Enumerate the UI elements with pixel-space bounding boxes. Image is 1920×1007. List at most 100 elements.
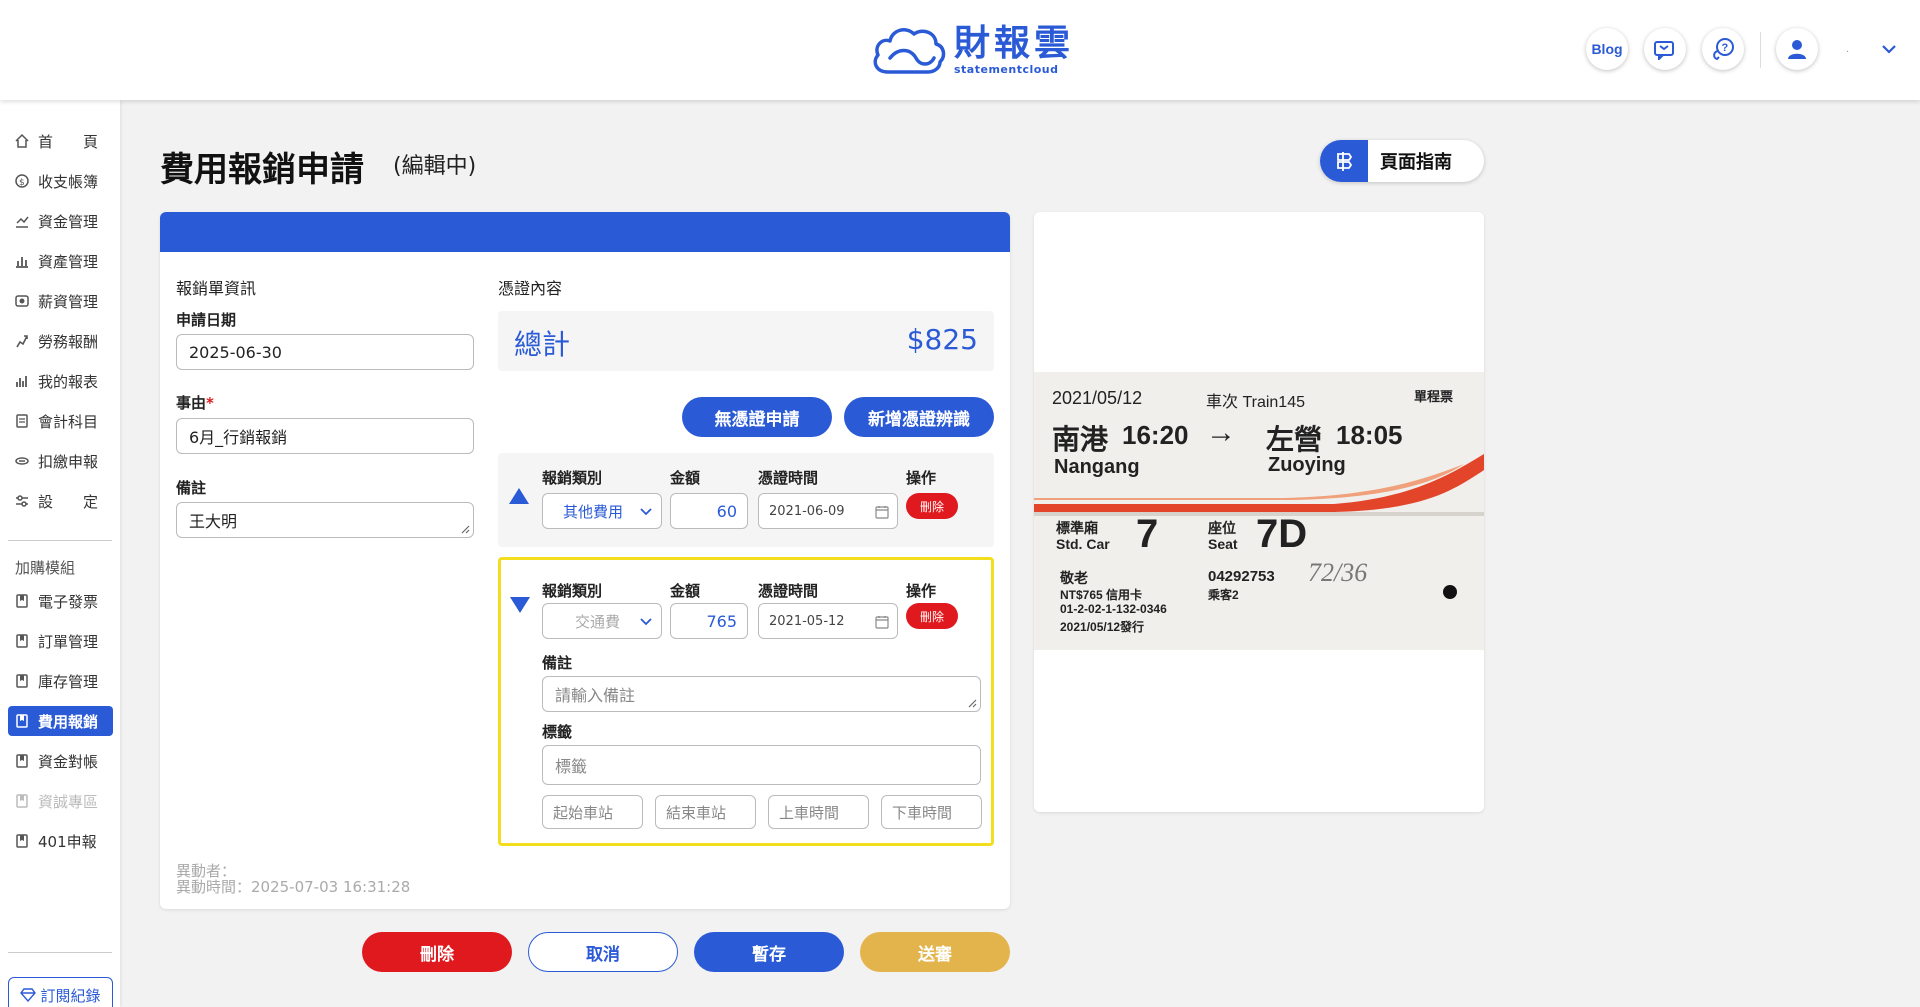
time-header: 憑證時間 <box>758 582 819 600</box>
ticket-pax: 乘客2 <box>1208 588 1239 602</box>
alight-time-input[interactable]: 下車時間 <box>881 795 982 829</box>
sidebar-item-reports[interactable]: 我的報表 <box>8 366 113 396</box>
total-box: 總計 $825 <box>498 311 994 371</box>
end-station-input[interactable]: 結束車站 <box>655 795 756 829</box>
submit-review-button[interactable]: 送審 <box>860 932 1010 972</box>
expand-down-icon[interactable] <box>509 596 531 614</box>
ticket-issued: 2021/05/12發行 <box>1060 620 1145 634</box>
user-name: · <box>1846 47 1850 58</box>
subscription-button[interactable]: 訂閱紀錄 <box>8 977 113 1007</box>
save-draft-button[interactable]: 暫存 <box>694 932 844 972</box>
sidebar-item-label: 資誠專區 <box>38 792 99 811</box>
ticket-from: 南港 <box>1052 424 1109 455</box>
sidebar-item-assets[interactable]: 資產管理 <box>8 246 113 276</box>
delete-label: 刪除 <box>919 609 944 624</box>
board-time-placeholder: 上車時間 <box>779 803 840 822</box>
ticket-seat-label: 座位 <box>1208 520 1236 536</box>
ticket-serial: 04292753 <box>1208 568 1275 585</box>
settings-icon <box>16 495 28 507</box>
voucher-date-input[interactable]: 2021-05-12 <box>758 603 898 639</box>
sidebar-item-label: 訂單管理 <box>38 632 99 651</box>
expense-type-value: 交通費 <box>575 612 621 631</box>
amount-value: 765 <box>706 611 737 631</box>
note-value: 王大明 <box>189 512 238 531</box>
chevron-down-icon[interactable] <box>1880 40 1898 58</box>
sidebar-item-expense[interactable]: 費用報銷 <box>8 706 113 736</box>
sidebar-item-401[interactable]: 401申報 <box>8 826 113 856</box>
help-chat-button[interactable]: ? <box>1702 28 1744 70</box>
amount-input[interactable]: 765 <box>670 603 748 639</box>
voucher-date-input[interactable]: 2021-06-09 <box>758 493 898 529</box>
resize-handle-icon[interactable] <box>460 524 470 534</box>
alight-time-placeholder: 下車時間 <box>892 803 953 822</box>
tag-input[interactable]: 標籤 <box>542 745 981 785</box>
ticket-car-number: 7 <box>1136 512 1159 556</box>
cancel-button-label: 取消 <box>586 944 620 965</box>
cancel-button[interactable]: 取消 <box>528 932 678 972</box>
voucher-note-textarea[interactable]: 請輸入備註 <box>542 676 981 712</box>
no-voucher-button[interactable]: 無憑證申請 <box>682 397 832 437</box>
brand-logo[interactable]: 財報雲 statementcloud <box>870 22 1074 78</box>
total-value: $825 <box>906 323 978 356</box>
reason-field[interactable]: 6月_行銷報銷 <box>176 418 474 454</box>
delete-voucher-button[interactable]: 刪除 <box>906 603 958 629</box>
page-title: 費用報銷申請 <box>160 150 364 190</box>
user-avatar-button[interactable] <box>1776 28 1818 70</box>
brand-subtitle: statementcloud <box>954 62 1059 76</box>
sidebar-item-e-invoice[interactable]: 電子發票 <box>8 586 113 616</box>
delete-button[interactable]: 刪除 <box>362 932 512 972</box>
sidebar-item-reconciliation[interactable]: 資金對帳 <box>8 746 113 776</box>
reason-label: 事由* <box>176 392 214 413</box>
sidebar-item-accounts[interactable]: 會計科目 <box>8 406 113 436</box>
expense-type-select[interactable]: 交通費 <box>542 603 662 639</box>
sidebar-item-labor[interactable]: 勞務報酬 <box>8 326 113 356</box>
sidebar-item-settings[interactable]: 設 定 <box>8 486 113 516</box>
sidebar-item-funds[interactable]: 資金管理 <box>8 206 113 236</box>
required-mark: * <box>206 394 214 412</box>
sidebar-group-label: 加購模組 <box>15 559 76 577</box>
date-field[interactable]: 2025-06-30 <box>176 334 474 370</box>
calendar-icon <box>875 616 889 629</box>
guide-icon <box>1320 140 1368 182</box>
page-guide-button[interactable]: 頁面指南 <box>1320 140 1484 182</box>
expense-type-select[interactable]: 其他費用 <box>542 493 662 529</box>
submit-review-label: 送審 <box>918 944 952 965</box>
date-label: 申請日期 <box>176 311 237 329</box>
sidebar-item-payroll[interactable]: 薪資管理 <box>8 286 113 316</box>
amount-header: 金額 <box>670 469 701 487</box>
sidebar-item-label: 資產管理 <box>38 252 99 271</box>
subscription-label: 訂閱紀錄 <box>40 986 101 1005</box>
home-icon <box>15 133 29 148</box>
collapse-up-icon[interactable] <box>508 487 530 505</box>
board-time-input[interactable]: 上車時間 <box>768 795 869 829</box>
sidebar-item-withholding[interactable]: 扣繳申報 <box>8 446 113 476</box>
add-voucher-button[interactable]: 新增憑證辨識 <box>844 397 994 437</box>
ticket-to: 左營 <box>1266 424 1323 455</box>
amount-input[interactable]: 60 <box>670 493 748 529</box>
sidebar-item-ledger-book[interactable]: $ 收支帳簿 <box>8 166 113 196</box>
voucher-date-value: 2021-06-09 <box>769 503 845 519</box>
sidebar-item-inventory[interactable]: 庫存管理 <box>8 666 113 696</box>
document-icon <box>16 714 28 728</box>
ticket-train: 車次 Train145 <box>1206 394 1306 411</box>
ticket-arrow: → <box>1206 416 1236 449</box>
action-header: 操作 <box>906 469 937 487</box>
sidebar-item-home[interactable]: 首 頁 <box>8 126 113 156</box>
save-draft-label: 暫存 <box>752 944 786 965</box>
sidebar-item-orders[interactable]: 訂單管理 <box>8 626 113 656</box>
topbar-divider <box>1760 32 1761 68</box>
calendar-icon <box>875 506 889 519</box>
train-ticket-image: 2021/05/12 車次 Train145 單程票 南港 16:20 → 左營… <box>1034 372 1484 650</box>
note-textarea[interactable]: 王大明 <box>176 502 474 538</box>
sidebar-item-label: 設 定 <box>38 492 99 511</box>
messages-button[interactable] <box>1644 28 1686 70</box>
page-status: (編輯中) <box>393 154 477 179</box>
ticket-arrive: 18:05 <box>1336 420 1403 450</box>
document-icon <box>16 594 28 608</box>
sidebar-item-label: 電子發票 <box>38 592 99 611</box>
blog-button[interactable]: Blog <box>1586 28 1628 70</box>
start-station-input[interactable]: 起始車站 <box>542 795 643 829</box>
top-bar: 財報雲 statementcloud Blog ? · <box>0 0 1920 100</box>
resize-handle-icon[interactable] <box>967 698 977 708</box>
delete-voucher-button[interactable]: 刪除 <box>906 493 958 519</box>
